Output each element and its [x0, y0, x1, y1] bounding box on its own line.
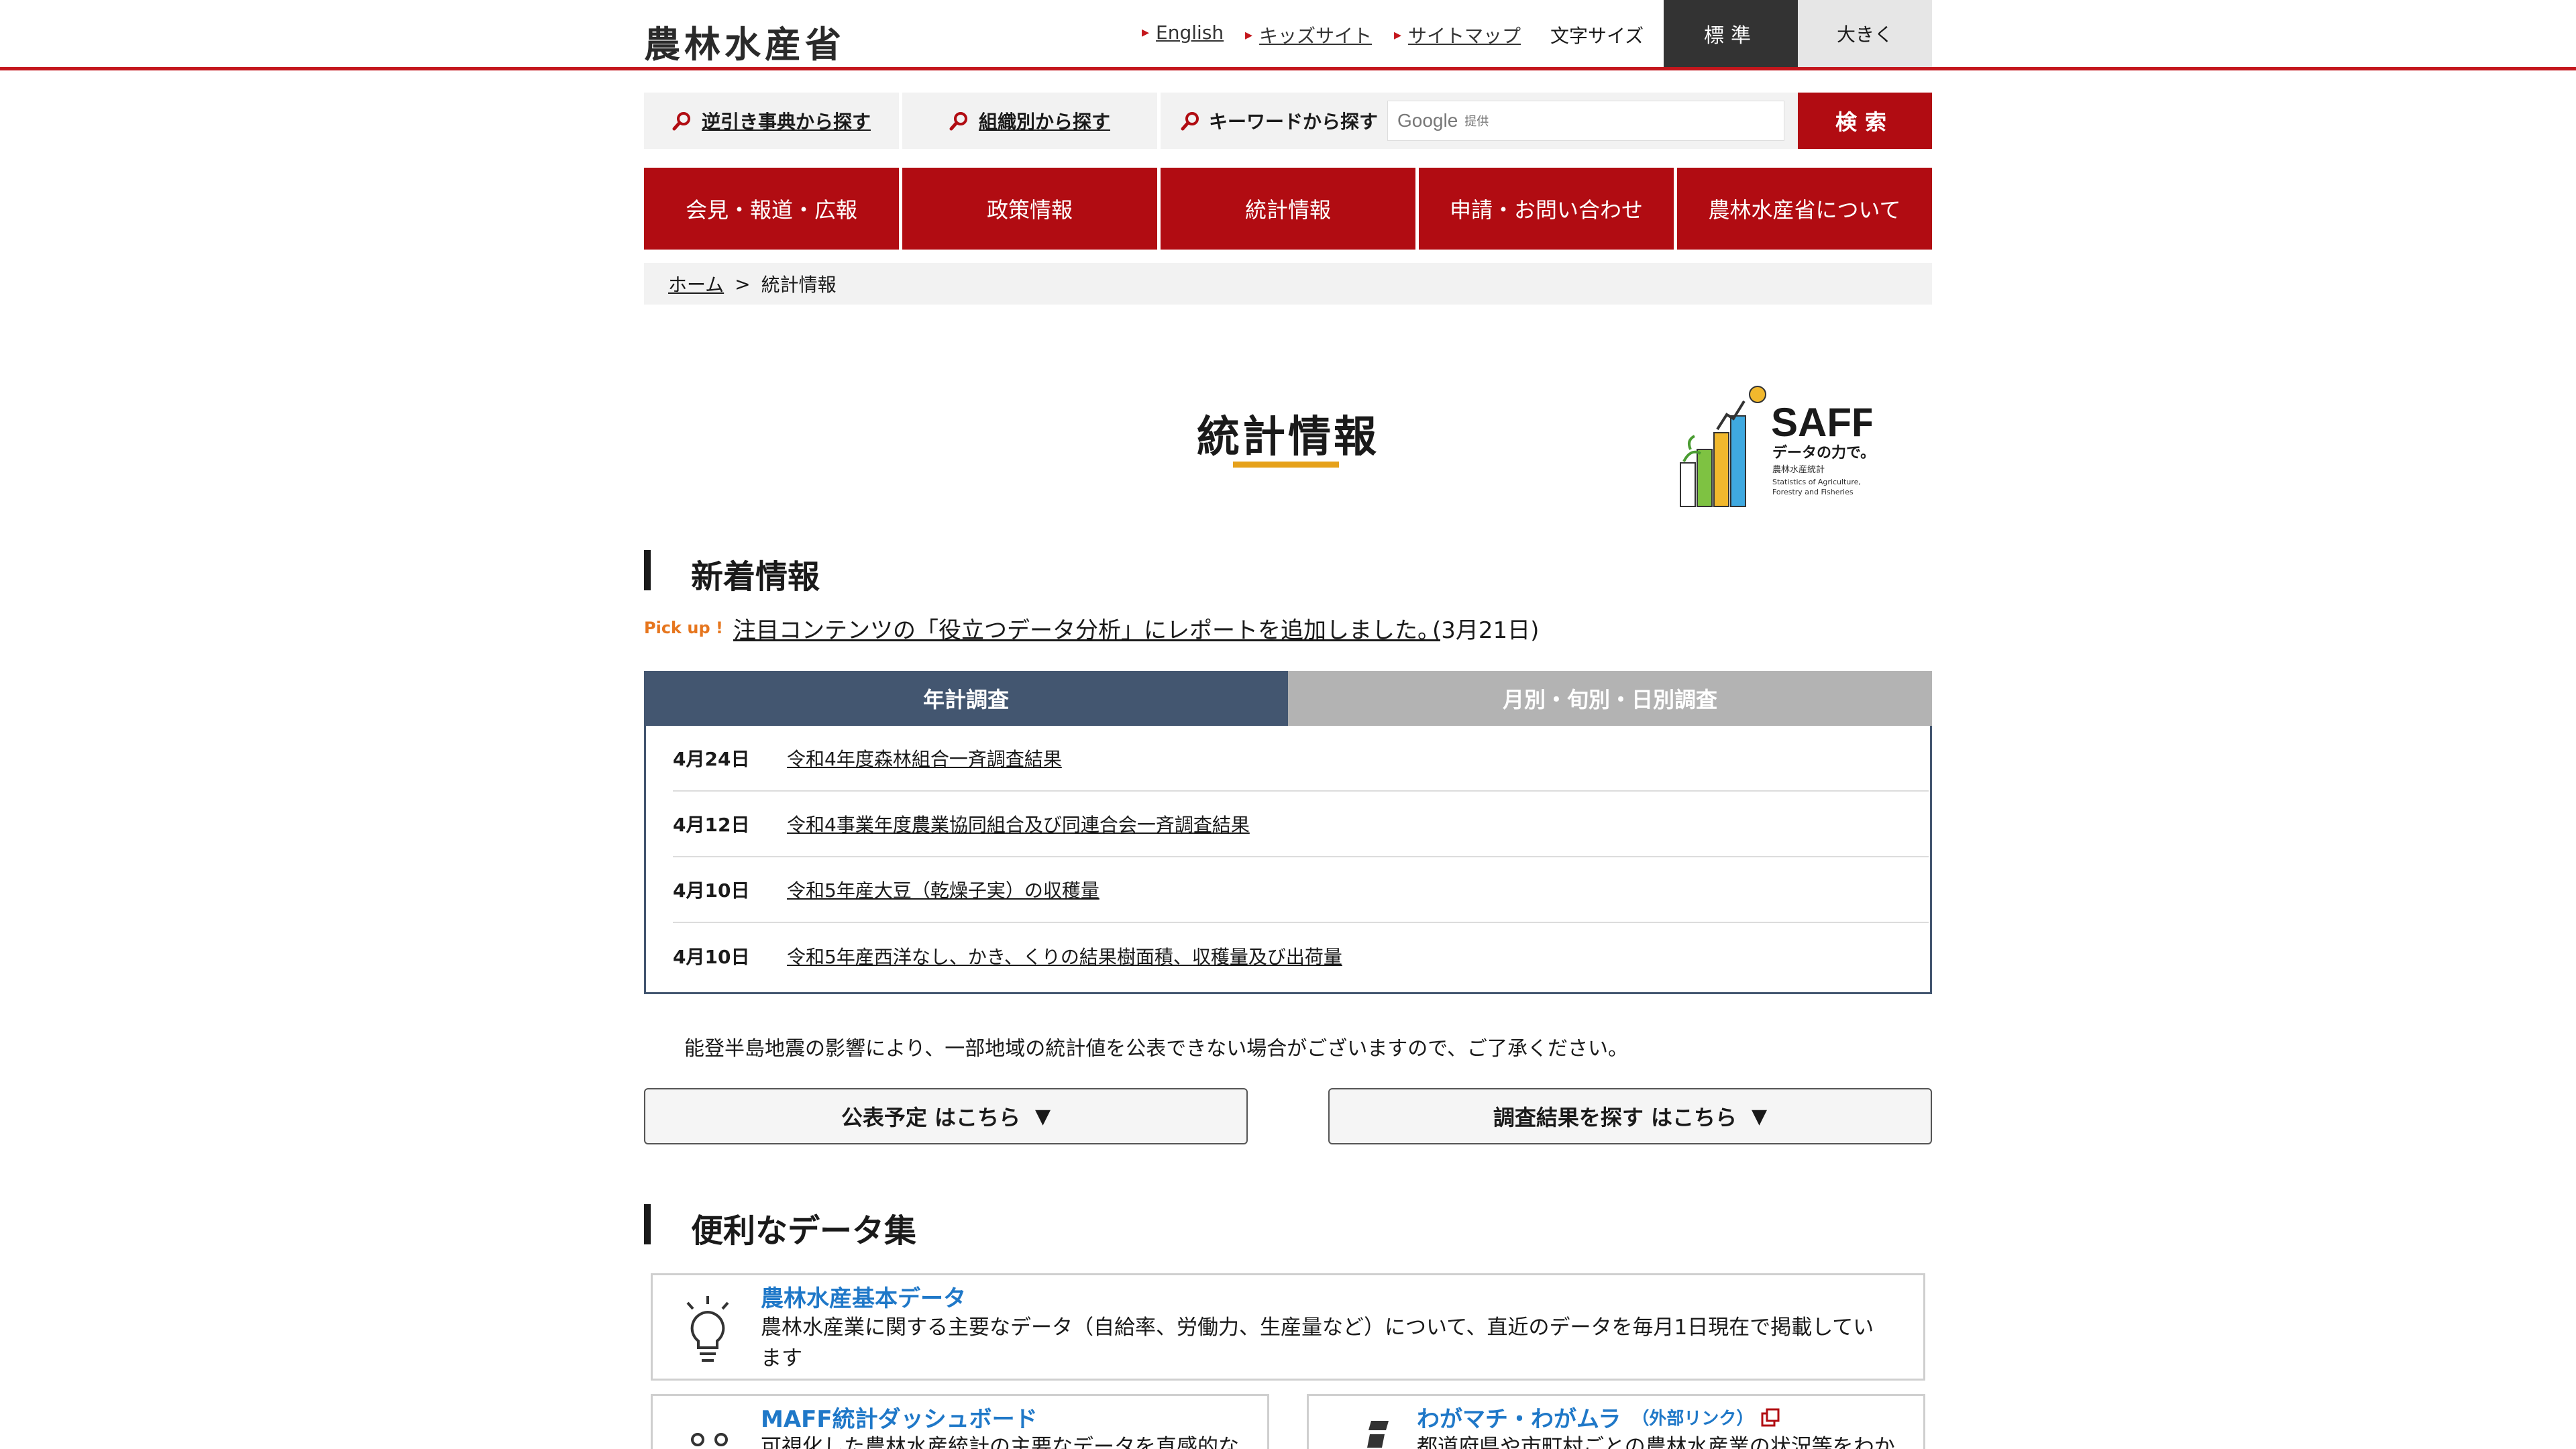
dashboard-desc: 可視化した農林水産統計の主要なデータを直感的な	[761, 1435, 1239, 1449]
font-large-button[interactable]: 大きく	[1798, 0, 1932, 67]
page-title: 統計情報	[1197, 413, 1379, 462]
news-link[interactable]: 令和4事業年度農業協同組合及び同連合会一斉調査結果	[787, 810, 1250, 837]
chevron-right-icon: ▸	[1394, 26, 1402, 44]
map-pin-icon	[1367, 1421, 1389, 1448]
breadcrumb-current: 統計情報	[761, 274, 837, 296]
keyword-search-label: キーワードから探す	[1181, 107, 1378, 134]
saff-en1: Statistics of Agriculture,	[1772, 478, 1861, 486]
saff-logo[interactable]: SAFF データの力で。 農林水産統計 Statistics of Agricu…	[1670, 376, 1872, 523]
section-bar	[644, 1204, 651, 1244]
data-section-heading: 便利なデータ集	[691, 1212, 917, 1250]
search-icon	[949, 112, 967, 131]
google-brand: Google	[1397, 110, 1458, 131]
search-icon	[1181, 112, 1199, 131]
nav-statistics[interactable]: 統計情報	[1161, 168, 1415, 250]
wagamachi-title-row: わがマチ・わがムラ （外部リンク）	[1417, 1401, 1780, 1434]
org-search-button[interactable]: 組織別から探す	[902, 93, 1157, 149]
google-provided-label: 提供	[1464, 115, 1489, 129]
basic-data-desc: 農林水産業に関する主要なデータ（自給率、労働力、生産量など）について、直近のデー…	[761, 1316, 1874, 1371]
saff-tagline: データの力で。	[1772, 444, 1872, 462]
news-link[interactable]: 令和5年産西洋なし、かき、くりの結果樹面積、収穫量及び出荷量	[787, 943, 1342, 969]
external-link-icon	[1761, 1408, 1780, 1426]
pickup-badge: Pick up !	[644, 619, 723, 637]
site-logo[interactable]: 農林水産省	[644, 15, 845, 68]
breadcrumb: ホーム > 統計情報	[644, 263, 1932, 305]
nav-press[interactable]: 会見・報道・広報	[644, 168, 899, 250]
people-icon	[691, 1433, 728, 1446]
saff-en2: Forestry and Fisheries	[1772, 488, 1854, 496]
saff-brand-text: SAFF	[1771, 400, 1872, 445]
triangle-down-icon: ▼	[1752, 1104, 1768, 1128]
section-bar	[644, 550, 651, 590]
news-link[interactable]: 令和5年産大豆（乾燥子実）の収穫量	[787, 876, 1099, 903]
news-item: 4月24日 令和4年度森林組合一斉調査結果	[673, 726, 1929, 792]
news-item: 4月10日 令和5年産西洋なし、かき、くりの結果樹面積、収穫量及び出荷量	[673, 923, 1929, 989]
news-date: 4月10日	[673, 946, 750, 968]
header-link-english[interactable]: ▸ English	[1142, 21, 1224, 44]
nav-application[interactable]: 申請・お問い合わせ	[1419, 168, 1674, 250]
lightbulb-icon	[686, 1296, 729, 1362]
pickup-date: (3月21日)	[1432, 617, 1540, 644]
external-link-note: （外部リンク）	[1631, 1409, 1754, 1429]
tab-monthly-survey[interactable]: 月別・旬別・日別調査	[1288, 671, 1932, 726]
wagamachi-desc: 都道府県や市町村ごとの農林水産業の状況等をわか	[1417, 1435, 1895, 1449]
saff-sub: 農林水産統計	[1772, 464, 1825, 475]
header-divider	[0, 67, 2576, 70]
chevron-right-icon: ▸	[1245, 26, 1253, 44]
keyword-search-input[interactable]: Google 提供	[1387, 101, 1784, 141]
news-link[interactable]: 令和4年度森林組合一斉調査結果	[787, 745, 1062, 771]
header-link-kids[interactable]: ▸ キッズサイト	[1245, 21, 1372, 48]
earthquake-notice: 能登半島地震の影響により、一部地域の統計値を公表できない場合がございますので、ご…	[684, 1037, 1628, 1061]
dashboard-title[interactable]: MAFF統計ダッシュボード	[761, 1401, 1038, 1434]
title-underline	[1233, 462, 1339, 468]
search-button[interactable]: 検索	[1798, 93, 1932, 149]
pickup-link[interactable]: 注目コンテンツの「役立つデータ分析」にレポートを追加しました。	[733, 612, 1440, 645]
news-date: 4月12日	[673, 814, 750, 836]
tab-annual-survey[interactable]: 年計調査	[644, 671, 1288, 726]
search-icon	[672, 112, 690, 131]
search-results-button[interactable]: 調査結果を探す はこちら ▼	[1328, 1088, 1932, 1144]
news-date: 4月24日	[673, 748, 750, 770]
nav-policy[interactable]: 政策情報	[902, 168, 1157, 250]
chevron-right-icon: ▸	[1142, 24, 1150, 41]
news-date: 4月10日	[673, 879, 750, 902]
wagamachi-title[interactable]: わがマチ・わがムラ	[1417, 1401, 1621, 1434]
news-item: 4月10日 令和5年産大豆（乾燥子実）の収穫量	[673, 857, 1929, 923]
nav-about[interactable]: 農林水産省について	[1677, 168, 1932, 250]
basic-data-title[interactable]: 農林水産基本データ	[761, 1280, 966, 1313]
font-standard-button[interactable]: 標準	[1664, 0, 1798, 67]
news-heading: 新着情報	[691, 558, 820, 596]
reverse-dict-search-button[interactable]: 逆引き事典から探す	[644, 93, 899, 149]
schedule-button[interactable]: 公表予定 はこちら ▼	[644, 1088, 1248, 1144]
font-size-label: 文字サイズ	[1550, 25, 1644, 47]
breadcrumb-separator: >	[735, 272, 751, 295]
breadcrumb-home[interactable]: ホーム	[668, 270, 724, 297]
news-item: 4月12日 令和4事業年度農業協同組合及び同連合会一斉調査結果	[673, 792, 1929, 857]
triangle-down-icon: ▼	[1035, 1104, 1051, 1128]
header-link-sitemap[interactable]: ▸ サイトマップ	[1394, 21, 1521, 48]
